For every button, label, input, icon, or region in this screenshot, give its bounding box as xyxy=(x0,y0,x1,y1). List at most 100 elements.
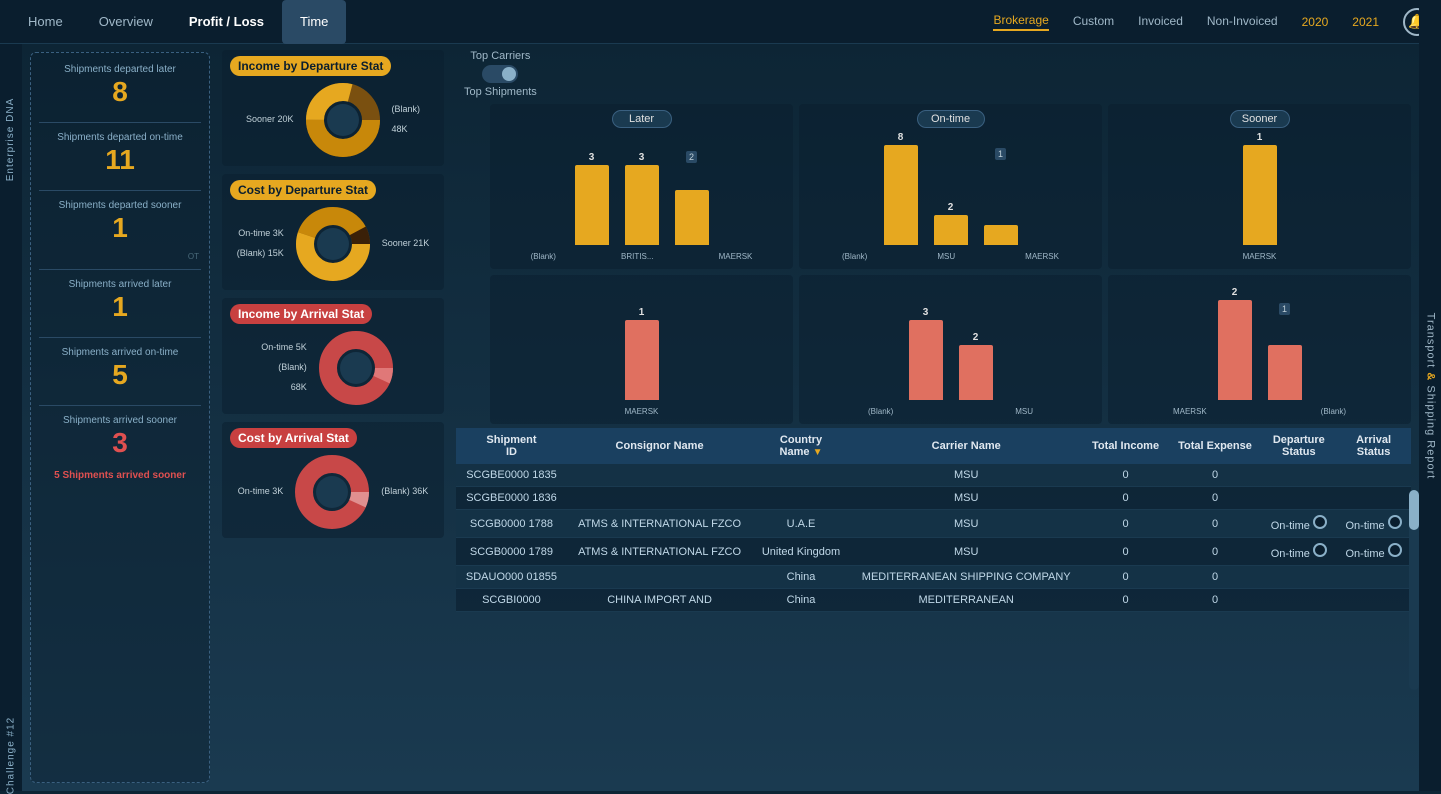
cost-arrival-chart: On-time 3K (Blank) 36K xyxy=(230,452,436,532)
bar-item: 3 xyxy=(625,152,659,245)
top-navigation: Home Overview Profit / Loss Time Brokera… xyxy=(0,0,1441,44)
cell-income: 0 xyxy=(1083,589,1169,612)
nav-profit-loss[interactable]: Profit / Loss xyxy=(171,0,282,44)
bar-item: 3 xyxy=(909,307,943,400)
sort-arrow-country[interactable]: ▼ xyxy=(813,447,823,458)
main-content: Shipments departed later 8 Shipments dep… xyxy=(22,44,1419,791)
stat-label-arrived-later: Shipments arrived later xyxy=(39,278,201,291)
bar-label: MAERSK xyxy=(1173,407,1207,416)
bar-label: MAERSK xyxy=(1243,252,1277,261)
bar-count: 2 xyxy=(1232,287,1238,298)
nav-overview[interactable]: Overview xyxy=(81,0,171,44)
col-departure-status: DepartureStatus xyxy=(1261,428,1336,464)
radio-dep-1789[interactable] xyxy=(1313,543,1327,557)
filter-non-invoiced[interactable]: Non-Invoiced xyxy=(1207,14,1278,30)
year-2021[interactable]: 2021 xyxy=(1352,15,1379,29)
bar-rect-yellow xyxy=(984,225,1018,245)
income-departure-labels-right: (Blank)48K xyxy=(392,100,421,140)
cell-income: 0 xyxy=(1083,464,1169,487)
scrollbar-track[interactable] xyxy=(1409,490,1419,690)
cell-expense: 0 xyxy=(1169,487,1262,510)
arrival-sooner-group: 2 1 MAERSK (Blank) xyxy=(1108,275,1411,424)
bar-item: 2 xyxy=(959,332,993,400)
income-arrival-labels-left: On-time 5K(Blank)68K xyxy=(261,338,307,397)
ontime-title: On-time xyxy=(917,110,985,128)
sooner-arrival-bars: 2 1 MAERSK (Blank) xyxy=(1116,281,1403,418)
cell-arr-status: On-time xyxy=(1336,538,1411,566)
table-row: SCGB0000 1789 ATMS & INTERNATIONAL FZCO … xyxy=(456,538,1411,566)
bar-label: MSU xyxy=(1015,407,1033,416)
scrollbar-thumb[interactable] xyxy=(1409,490,1419,530)
bar-item: 2 xyxy=(1218,287,1252,400)
ontime-arrival-bars: 3 2 (Blank) MSU xyxy=(807,281,1094,418)
enterprise-dna-label: Enterprise DNA xyxy=(6,98,17,181)
cell-consignor xyxy=(567,566,752,589)
bar-rect-salmon xyxy=(1218,300,1252,400)
top-carriers-toggle-section: Top Carriers Top Shipments xyxy=(464,50,537,98)
col-consignor: Consignor Name xyxy=(567,428,752,464)
income-by-arrival-title: Income by Arrival Stat xyxy=(230,304,372,324)
cell-carrier: MSU xyxy=(850,464,1083,487)
sooner-departure-bars: 1 MAERSK xyxy=(1116,132,1403,263)
top-carriers-toggle[interactable] xyxy=(482,65,518,83)
bar-item: 3 xyxy=(575,152,609,245)
stat-label-departed-sooner: Shipments departed sooner xyxy=(39,199,201,212)
stat-value-departed-ontime: 11 xyxy=(39,144,201,176)
bar-count: 3 xyxy=(639,152,645,163)
bar-labels-row: (Blank) MSU MAERSK xyxy=(807,252,1094,261)
year-2020[interactable]: 2020 xyxy=(1302,15,1329,29)
cell-dep-status xyxy=(1261,487,1336,510)
bar-labels-row: MAERSK (Blank) xyxy=(1116,407,1403,416)
charts-panel: Income by Departure Stat Sooner 20K (Bla… xyxy=(218,44,448,791)
filter-invoiced[interactable]: Invoiced xyxy=(1138,14,1183,30)
right-sidebar-label: Transport & Shipping Report xyxy=(1419,0,1441,791)
arrival-ontime-group: 3 2 (Blank) MSU xyxy=(799,275,1102,424)
right-sidebar-text: Transport & Shipping Report xyxy=(1424,312,1436,479)
cell-country: China xyxy=(752,566,850,589)
bar-item: 1 xyxy=(984,145,1018,245)
bar-rect-yellow xyxy=(675,190,709,245)
cell-shipment-id: SCGBE0000 1835 xyxy=(456,464,567,487)
income-departure-chart: Sooner 20K (Blank)48K xyxy=(230,80,436,160)
cell-consignor xyxy=(567,464,752,487)
cell-country xyxy=(752,464,850,487)
income-departure-donut xyxy=(298,80,388,160)
stat-arrived-later: Shipments arrived later 1 xyxy=(39,278,201,323)
filter-brokerage[interactable]: Brokerage xyxy=(993,13,1048,31)
cost-departure-labels-left: On-time 3K(Blank) 15K xyxy=(237,224,284,264)
bar-labels-row: (Blank) MSU xyxy=(807,407,1094,416)
bar-labels-row: (Blank) BRITIS... MAERSK xyxy=(498,252,785,261)
bar-label: MAERSK xyxy=(719,252,753,261)
cell-shipment-id: SCGBI0000 xyxy=(456,589,567,612)
right-area: Top Carriers Top Shipments Top 3 Carrier… xyxy=(448,44,1419,791)
table-row: SCGBI0000 CHINA IMPORT AND China MEDITER… xyxy=(456,589,1411,612)
cell-expense: 0 xyxy=(1169,464,1262,487)
bar-label: (Blank) xyxy=(1321,407,1346,416)
col-arrival-status: ArrivalStatus xyxy=(1336,428,1411,464)
cell-expense: 0 xyxy=(1169,538,1262,566)
stat-departed-later: Shipments departed later 8 xyxy=(39,63,201,108)
stat-value-arrived-ontime: 5 xyxy=(39,359,201,391)
filter-custom[interactable]: Custom xyxy=(1073,14,1114,30)
cost-departure-donut xyxy=(288,204,378,284)
bar-label: (Blank) xyxy=(868,407,893,416)
radio-dep-1788[interactable] xyxy=(1313,515,1327,529)
nav-home[interactable]: Home xyxy=(10,0,81,44)
bar-item: 8 xyxy=(884,132,918,245)
bar-rect-yellow xyxy=(575,165,609,245)
cell-expense: 0 xyxy=(1169,589,1262,612)
radio-arr-1788[interactable] xyxy=(1388,515,1402,529)
chart-groups: Later 3 3 2 xyxy=(490,104,1411,424)
departure-bars-row: Later 3 3 2 xyxy=(490,104,1411,269)
sooner-title: Sooner xyxy=(1230,110,1290,128)
cell-shipment-id: SCGB0000 1789 xyxy=(456,538,567,566)
nav-time[interactable]: Time xyxy=(282,0,346,44)
cell-consignor: ATMS & INTERNATIONAL FZCO xyxy=(567,538,752,566)
cell-country: United Kingdom xyxy=(752,538,850,566)
bar-count: 3 xyxy=(923,307,929,318)
radio-arr-1789[interactable] xyxy=(1388,543,1402,557)
bar-item: 2 xyxy=(934,202,968,245)
bar-count-badge: 2 xyxy=(686,151,697,163)
challenge-label: Challenge #12 xyxy=(6,717,17,794)
later-arrival-bars: 1 MAERSK xyxy=(498,281,785,418)
